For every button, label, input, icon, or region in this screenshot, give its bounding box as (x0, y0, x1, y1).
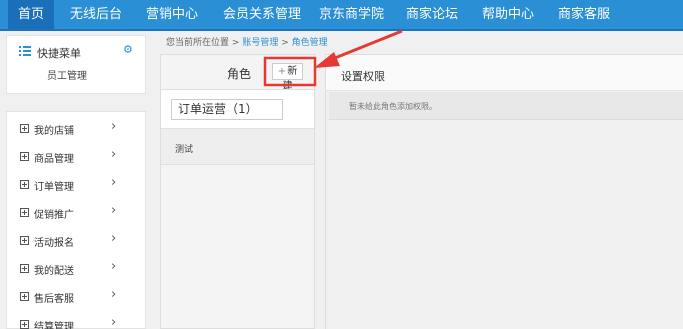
breadcrumb-prefix: 您当前所在位置 (166, 38, 230, 48)
nav-help-center[interactable]: 帮助中心 (482, 0, 534, 29)
nav-member-relations[interactable]: 会员关系管理 (223, 0, 301, 29)
nav-wireless-backend[interactable]: 无线后台 (70, 0, 122, 29)
sidebar-item-product-management[interactable]: 商品管理 › (7, 146, 147, 170)
quick-menu-panel: 快捷菜单 ⚙ 员工管理 (6, 35, 146, 94)
list-icon (19, 46, 31, 57)
permission-panel-header: 设置权限 (326, 55, 683, 91)
sidebar-item-settlement[interactable]: 结算管理 › (7, 314, 147, 329)
chevron-right-icon: › (111, 203, 117, 218)
sidebar-item-label: 促销推广 (34, 210, 74, 221)
plus-square-icon (20, 180, 29, 189)
nav-divider (0, 29, 683, 31)
new-role-button[interactable]: +新建 (272, 63, 303, 92)
role-item-label: 测试 (175, 145, 194, 155)
breadcrumb-account-management[interactable]: 账号管理 (242, 38, 278, 48)
chevron-right-icon: › (111, 119, 117, 134)
breadcrumb-role-management[interactable]: 角色管理 (292, 38, 328, 48)
permission-empty-text: 暂未给此角色添加权限。 (349, 102, 437, 111)
nav-marketing-center[interactable]: 营销中心 (146, 0, 198, 29)
chevron-right-icon: › (111, 287, 117, 302)
plus-square-icon (20, 152, 29, 161)
role-panel: 角色 +新建 订单运营（1） 测试 (160, 54, 315, 329)
chevron-right-icon: › (111, 231, 117, 246)
sidebar-item-label: 商品管理 (34, 154, 74, 165)
role-group: 订单运营（1） (161, 89, 314, 129)
sidebar-item-order-management[interactable]: 订单管理 › (7, 174, 147, 198)
plus-square-icon (20, 292, 29, 301)
nav-merchant-service[interactable]: 商家客服 (558, 0, 610, 29)
sidebar-item-my-delivery[interactable]: 我的配送 › (7, 258, 147, 282)
plus-icon: + (277, 66, 287, 77)
role-name-field[interactable]: 订单运营（1） (171, 99, 283, 120)
sidebar-item-promotion[interactable]: 促销推广 › (7, 202, 147, 226)
permission-panel-title: 设置权限 (341, 70, 385, 83)
sidebar-menu: 我的店铺 › 商品管理 › 订单管理 › 促销推广 › 活动报名 › 我的配送 … (6, 111, 146, 329)
quick-link-staff-management[interactable]: 员工管理 (47, 67, 87, 82)
sidebar-item-label: 售后客服 (34, 294, 74, 305)
gear-icon[interactable]: ⚙ (123, 43, 133, 56)
nav-home[interactable]: 首页 (8, 0, 55, 29)
plus-square-icon (20, 124, 29, 133)
nav-merchant-forum[interactable]: 商家论坛 (406, 0, 458, 29)
sidebar: 快捷菜单 ⚙ 员工管理 我的店铺 › 商品管理 › 订单管理 › 促销推广 › … (6, 35, 146, 329)
plus-square-icon (20, 264, 29, 273)
permission-empty-notice: 暂未给此角色添加权限。 (329, 92, 683, 120)
breadcrumb-separator: > (281, 38, 289, 48)
sidebar-item-my-store[interactable]: 我的店铺 › (7, 118, 147, 142)
sidebar-item-label: 结算管理 (34, 322, 74, 329)
chevron-right-icon: › (111, 259, 117, 274)
role-list-item[interactable]: 测试 (161, 129, 314, 165)
breadcrumb: 您当前所在位置 > 账号管理 > 角色管理 (166, 35, 328, 48)
sidebar-item-label: 我的配送 (34, 266, 74, 277)
plus-square-icon (20, 208, 29, 217)
quick-menu-title: 快捷菜单 (37, 47, 81, 60)
role-panel-title: 角色 (227, 67, 252, 81)
sidebar-item-event-signup[interactable]: 活动报名 › (7, 230, 147, 254)
sidebar-item-after-sales[interactable]: 售后客服 › (7, 286, 147, 310)
permission-panel: 设置权限 暂未给此角色添加权限。 (325, 54, 683, 329)
chevron-right-icon: › (111, 175, 117, 190)
plus-square-icon (20, 236, 29, 245)
plus-square-icon (20, 320, 29, 329)
sidebar-item-label: 活动报名 (34, 238, 74, 249)
sidebar-item-label: 我的店铺 (34, 126, 74, 137)
breadcrumb-separator: > (231, 38, 240, 48)
top-navigation-bar: 首页 无线后台 营销中心 会员关系管理 京东商学院 商家论坛 帮助中心 商家客服 (0, 0, 683, 29)
role-panel-header: 角色 +新建 (161, 55, 314, 92)
chevron-right-icon: › (111, 147, 117, 162)
chevron-right-icon: › (111, 315, 117, 329)
sidebar-item-label: 订单管理 (34, 182, 74, 193)
nav-jd-academy[interactable]: 京东商学院 (319, 0, 384, 29)
